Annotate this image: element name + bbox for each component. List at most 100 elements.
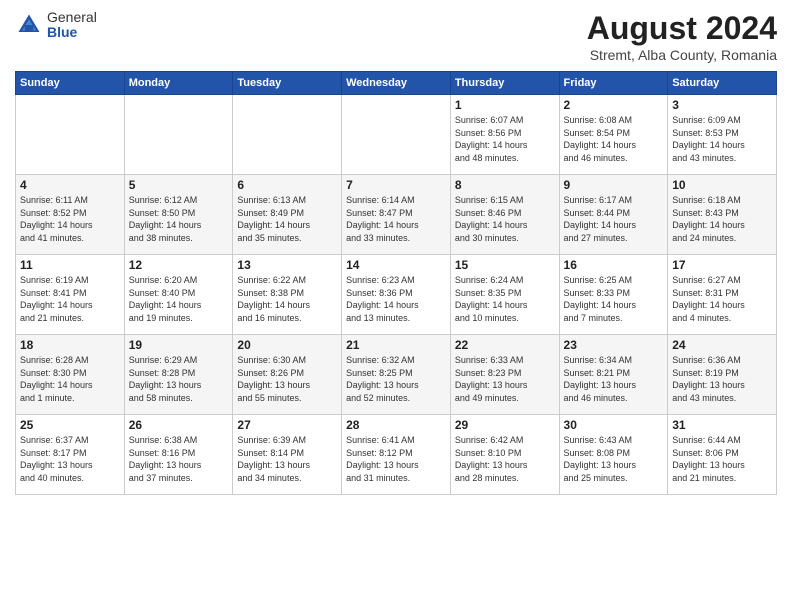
day-info: Sunrise: 6:38 AM Sunset: 8:16 PM Dayligh… xyxy=(129,434,229,484)
day-number: 1 xyxy=(455,98,555,112)
day-number: 6 xyxy=(237,178,337,192)
day-number: 24 xyxy=(672,338,772,352)
day-number: 20 xyxy=(237,338,337,352)
logo-text: General Blue xyxy=(47,10,97,41)
day-info: Sunrise: 6:36 AM Sunset: 8:19 PM Dayligh… xyxy=(672,354,772,404)
day-info: Sunrise: 6:42 AM Sunset: 8:10 PM Dayligh… xyxy=(455,434,555,484)
calendar-cell: 17 Sunrise: 6:27 AM Sunset: 8:31 PM Dayli… xyxy=(668,255,777,335)
day-number: 31 xyxy=(672,418,772,432)
calendar-cell: 9Sunrise: 6:17 AM Sunset: 8:44 PM Daylig… xyxy=(559,175,668,255)
day-info: Sunrise: 6:34 AM Sunset: 8:21 PM Dayligh… xyxy=(564,354,664,404)
calendar-cell: 4 Sunrise: 6:11 AM Sunset: 8:52 PM Daylig… xyxy=(16,175,125,255)
day-info: Sunrise: 6:13 AM Sunset: 8:49 PM Dayligh… xyxy=(237,194,337,244)
day-info: Sunrise: 6:07 AM Sunset: 8:56 PM Dayligh… xyxy=(455,114,555,164)
calendar-cell: 13Sunrise: 6:22 AM Sunset: 8:38 PM Dayli… xyxy=(233,255,342,335)
calendar-week-4: 18Sunrise: 6:28 AM Sunset: 8:30 PM Dayli… xyxy=(16,335,777,415)
day-number: 26 xyxy=(129,418,229,432)
day-info: Sunrise: 6:09 AM Sunset: 8:53 PM Dayligh… xyxy=(672,114,772,164)
day-number: 17 xyxy=(672,258,772,272)
day-info: Sunrise: 6:14 AM Sunset: 8:47 PM Dayligh… xyxy=(346,194,446,244)
day-info: Sunrise: 6:33 AM Sunset: 8:23 PM Dayligh… xyxy=(455,354,555,404)
calendar-cell xyxy=(342,95,451,175)
calendar-cell: 18Sunrise: 6:28 AM Sunset: 8:30 PM Dayli… xyxy=(16,335,125,415)
logo-blue-text: Blue xyxy=(47,25,97,40)
day-info: Sunrise: 6:15 AM Sunset: 8:46 PM Dayligh… xyxy=(455,194,555,244)
calendar-cell: 15Sunrise: 6:24 AM Sunset: 8:35 PM Dayli… xyxy=(450,255,559,335)
day-number: 11 xyxy=(20,258,120,272)
day-number: 19 xyxy=(129,338,229,352)
location-subtitle: Stremt, Alba County, Romania xyxy=(587,47,777,63)
calendar-cell: 28 Sunrise: 6:41 AM Sunset: 8:12 PM Dayli… xyxy=(342,415,451,495)
calendar-cell xyxy=(233,95,342,175)
calendar-week-3: 11 Sunrise: 6:19 AM Sunset: 8:41 PM Dayli… xyxy=(16,255,777,335)
day-number: 2 xyxy=(564,98,664,112)
day-info: Sunrise: 6:44 AM Sunset: 8:06 PM Dayligh… xyxy=(672,434,772,484)
month-title: August 2024 xyxy=(587,10,777,47)
logo-general-text: General xyxy=(47,10,97,25)
day-info: Sunrise: 6:23 AM Sunset: 8:36 PM Dayligh… xyxy=(346,274,446,324)
day-number: 14 xyxy=(346,258,446,272)
calendar-cell: 30 Sunrise: 6:43 AM Sunset: 8:08 PM Dayli… xyxy=(559,415,668,495)
day-info: Sunrise: 6:30 AM Sunset: 8:26 PM Dayligh… xyxy=(237,354,337,404)
day-number: 3 xyxy=(672,98,772,112)
day-number: 28 xyxy=(346,418,446,432)
day-number: 23 xyxy=(564,338,664,352)
day-number: 27 xyxy=(237,418,337,432)
col-sunday: Sunday xyxy=(16,72,125,95)
day-number: 30 xyxy=(564,418,664,432)
page: General Blue August 2024 Stremt, Alba Co… xyxy=(0,0,792,612)
day-info: Sunrise: 6:28 AM Sunset: 8:30 PM Dayligh… xyxy=(20,354,120,404)
calendar-cell: 11 Sunrise: 6:19 AM Sunset: 8:41 PM Dayli… xyxy=(16,255,125,335)
calendar-cell: 16Sunrise: 6:25 AM Sunset: 8:33 PM Dayli… xyxy=(559,255,668,335)
day-info: Sunrise: 6:43 AM Sunset: 8:08 PM Dayligh… xyxy=(564,434,664,484)
day-number: 15 xyxy=(455,258,555,272)
day-number: 5 xyxy=(129,178,229,192)
calendar-cell: 6 Sunrise: 6:13 AM Sunset: 8:49 PM Daylig… xyxy=(233,175,342,255)
calendar-week-5: 25Sunrise: 6:37 AM Sunset: 8:17 PM Dayli… xyxy=(16,415,777,495)
col-saturday: Saturday xyxy=(668,72,777,95)
day-number: 12 xyxy=(129,258,229,272)
day-number: 7 xyxy=(346,178,446,192)
calendar: Sunday Monday Tuesday Wednesday Thursday… xyxy=(15,71,777,495)
calendar-cell: 3 Sunrise: 6:09 AM Sunset: 8:53 PM Daylig… xyxy=(668,95,777,175)
day-info: Sunrise: 6:11 AM Sunset: 8:52 PM Dayligh… xyxy=(20,194,120,244)
calendar-cell: 2 Sunrise: 6:08 AM Sunset: 8:54 PM Daylig… xyxy=(559,95,668,175)
calendar-cell: 26 Sunrise: 6:38 AM Sunset: 8:16 PM Dayli… xyxy=(124,415,233,495)
day-number: 22 xyxy=(455,338,555,352)
day-info: Sunrise: 6:37 AM Sunset: 8:17 PM Dayligh… xyxy=(20,434,120,484)
header: General Blue August 2024 Stremt, Alba Co… xyxy=(15,10,777,63)
calendar-cell: 24 Sunrise: 6:36 AM Sunset: 8:19 PM Dayli… xyxy=(668,335,777,415)
calendar-cell: 12 Sunrise: 6:20 AM Sunset: 8:40 PM Dayli… xyxy=(124,255,233,335)
calendar-cell: 31 Sunrise: 6:44 AM Sunset: 8:06 PM Dayli… xyxy=(668,415,777,495)
calendar-body: 1 Sunrise: 6:07 AM Sunset: 8:56 PM Daylig… xyxy=(16,95,777,495)
calendar-cell xyxy=(124,95,233,175)
logo: General Blue xyxy=(15,10,97,41)
day-info: Sunrise: 6:27 AM Sunset: 8:31 PM Dayligh… xyxy=(672,274,772,324)
calendar-cell: 8 Sunrise: 6:15 AM Sunset: 8:46 PM Daylig… xyxy=(450,175,559,255)
day-info: Sunrise: 6:18 AM Sunset: 8:43 PM Dayligh… xyxy=(672,194,772,244)
day-number: 10 xyxy=(672,178,772,192)
day-number: 21 xyxy=(346,338,446,352)
calendar-cell: 7 Sunrise: 6:14 AM Sunset: 8:47 PM Daylig… xyxy=(342,175,451,255)
day-info: Sunrise: 6:17 AM Sunset: 8:44 PM Dayligh… xyxy=(564,194,664,244)
calendar-cell: 1 Sunrise: 6:07 AM Sunset: 8:56 PM Daylig… xyxy=(450,95,559,175)
col-monday: Monday xyxy=(124,72,233,95)
calendar-cell: 22 Sunrise: 6:33 AM Sunset: 8:23 PM Dayli… xyxy=(450,335,559,415)
day-info: Sunrise: 6:39 AM Sunset: 8:14 PM Dayligh… xyxy=(237,434,337,484)
day-info: Sunrise: 6:20 AM Sunset: 8:40 PM Dayligh… xyxy=(129,274,229,324)
day-info: Sunrise: 6:29 AM Sunset: 8:28 PM Dayligh… xyxy=(129,354,229,404)
day-info: Sunrise: 6:32 AM Sunset: 8:25 PM Dayligh… xyxy=(346,354,446,404)
day-number: 4 xyxy=(20,178,120,192)
col-tuesday: Tuesday xyxy=(233,72,342,95)
calendar-cell: 5Sunrise: 6:12 AM Sunset: 8:50 PM Daylig… xyxy=(124,175,233,255)
day-info: Sunrise: 6:41 AM Sunset: 8:12 PM Dayligh… xyxy=(346,434,446,484)
day-number: 8 xyxy=(455,178,555,192)
logo-icon xyxy=(15,11,43,39)
calendar-header: Sunday Monday Tuesday Wednesday Thursday… xyxy=(16,72,777,95)
col-thursday: Thursday xyxy=(450,72,559,95)
calendar-cell: 29Sunrise: 6:42 AM Sunset: 8:10 PM Dayli… xyxy=(450,415,559,495)
day-info: Sunrise: 6:22 AM Sunset: 8:38 PM Dayligh… xyxy=(237,274,337,324)
calendar-cell: 23 Sunrise: 6:34 AM Sunset: 8:21 PM Dayli… xyxy=(559,335,668,415)
day-info: Sunrise: 6:08 AM Sunset: 8:54 PM Dayligh… xyxy=(564,114,664,164)
day-info: Sunrise: 6:19 AM Sunset: 8:41 PM Dayligh… xyxy=(20,274,120,324)
